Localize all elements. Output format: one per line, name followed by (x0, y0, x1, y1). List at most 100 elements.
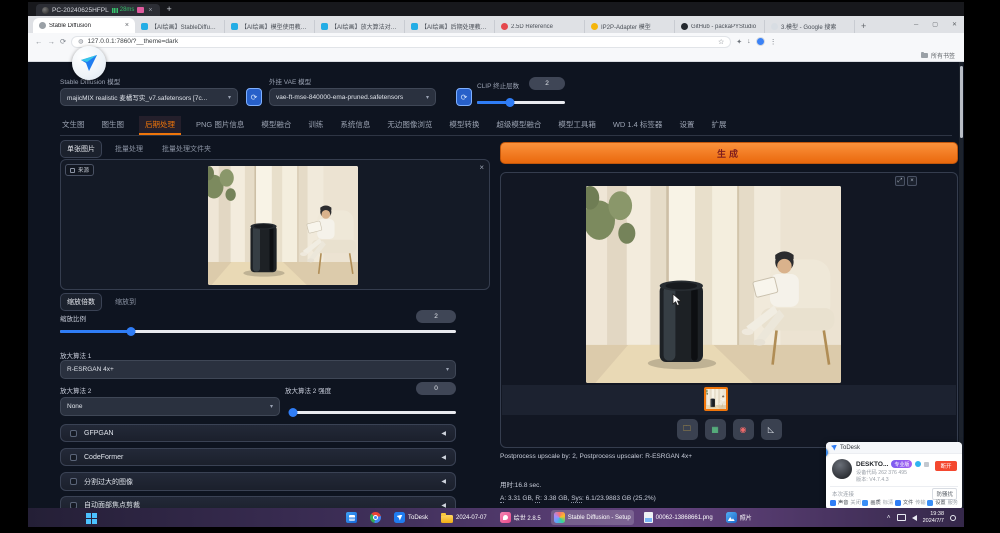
browser-tab[interactable]: 2.5D Reference (495, 20, 585, 33)
save-image-button[interactable]: ▦ (705, 419, 726, 440)
send-to-extras-button[interactable]: ◺ (761, 419, 782, 440)
phone-icon[interactable] (915, 461, 921, 467)
browser-tab[interactable]: 【AI绘画】模型使用教程 - 哔哩哔哩 (225, 20, 315, 33)
expand-icon[interactable]: ⤢ (895, 176, 905, 186)
notification-icon[interactable] (950, 515, 956, 521)
generate-button[interactable]: 生成 (500, 142, 958, 164)
tab-settings[interactable]: 设置 (677, 116, 696, 135)
tab-extras[interactable]: 后期处理 (139, 116, 181, 135)
taskbar-photos[interactable]: 照片 (723, 510, 755, 525)
tray-chevron-icon[interactable]: ˄ (887, 514, 891, 521)
tab-infinite-image-browser[interactable]: 无边图像浏览 (385, 116, 434, 135)
source-image-panel[interactable]: 来源 × (60, 159, 490, 290)
send-to-img2img-button[interactable]: ◉ (733, 419, 754, 440)
screens-icon[interactable] (137, 7, 144, 13)
extension-icon[interactable]: ✦ (736, 38, 742, 46)
upscaler2-strength-value[interactable]: 0 (416, 382, 456, 395)
taskbar-chrome[interactable] (367, 510, 384, 525)
sound-action[interactable]: 声音关闭 (830, 499, 861, 506)
accordion-gfpgan[interactable]: GFPGAN ◀ (60, 424, 456, 442)
resize-slider[interactable] (60, 330, 456, 333)
codeformer-checkbox[interactable] (70, 454, 77, 461)
tab-close-icon[interactable]: × (125, 22, 129, 29)
settings-action[interactable]: 设置服务 (927, 499, 958, 506)
all-bookmarks-label[interactable]: 所有书签 (931, 51, 955, 60)
vae-dropdown[interactable]: vae-ft-mse-840000-ema-pruned.safetensors… (269, 88, 436, 106)
minimize-button[interactable]: ─ (907, 16, 925, 33)
taskbar-widgets[interactable] (343, 510, 360, 525)
subtab-scale-to[interactable]: 缩放到 (109, 294, 142, 310)
new-tab-button[interactable]: + (861, 21, 866, 31)
tab-img2img[interactable]: 图生图 (100, 116, 127, 135)
upscaler2-strength-slider[interactable] (290, 411, 456, 414)
mic-icon[interactable] (924, 462, 929, 467)
tab-model-toolkit[interactable]: 模型工具箱 (556, 116, 598, 135)
clip-skip-slider[interactable] (477, 101, 565, 104)
bookmark-star-icon[interactable]: ☆ (718, 38, 724, 46)
close-button[interactable]: ✕ (945, 16, 964, 33)
clear-image-icon[interactable]: × (479, 163, 484, 172)
close-icon[interactable]: × (907, 176, 917, 186)
taskbar-sd-window[interactable]: Stable Diffusion - Setup (551, 510, 634, 525)
tab-super-merger[interactable]: 超级模型融合 (494, 116, 543, 135)
file-transfer-action[interactable]: 文件传输 (895, 499, 926, 506)
accordion-split-oversized[interactable]: 分割过大的图像 ◀ (60, 472, 456, 491)
taskbar-png-file[interactable]: 00062-13868661.png (641, 510, 716, 525)
tab-png-info[interactable]: PNG 图片信息 (194, 116, 246, 135)
session-close-icon[interactable]: × (147, 7, 153, 14)
gfpgan-checkbox[interactable] (70, 430, 77, 437)
accordion-auto-face-crop[interactable]: 自动面部焦点剪裁 ◀ (60, 496, 456, 508)
disconnect-button[interactable]: 断开 (935, 461, 957, 471)
taskbar-todesk[interactable]: ToDesk (391, 510, 431, 525)
vae-refresh-button[interactable]: ⟳ (456, 88, 472, 106)
resize-value[interactable]: 2 (416, 310, 456, 323)
quality-action[interactable]: 画质标清 (862, 499, 893, 506)
reload-icon[interactable]: ⟳ (60, 37, 66, 46)
scrollbar-thumb[interactable] (960, 66, 963, 138)
page-scrollbar[interactable] (959, 62, 963, 508)
maximize-button[interactable]: ▢ (925, 16, 945, 33)
open-folder-button[interactable]: 🗀 (677, 419, 698, 440)
subtab-batch-folder[interactable]: 批量处理文件夹 (156, 141, 217, 157)
download-icon[interactable]: ↓ (747, 38, 751, 45)
taskbar-huishi[interactable]: 绘世 2.8.5 (497, 510, 544, 525)
tab-txt2img[interactable]: 文生图 (60, 116, 87, 135)
start-button[interactable] (86, 513, 91, 518)
taskbar-folder[interactable]: 2024-07-07 (438, 511, 490, 525)
upscaler1-dropdown[interactable]: R-ESRGAN 4x+▾ (60, 360, 456, 379)
tab-system-info[interactable]: 系统信息 (338, 116, 372, 135)
new-session-button[interactable]: + (167, 4, 172, 14)
menu-kebab-icon[interactable]: ⋮ (770, 38, 777, 46)
tab-train[interactable]: 训练 (306, 116, 325, 135)
site-info-icon[interactable]: ◍ (78, 38, 83, 45)
browser-tab[interactable]: 3.模型 - Google 搜索 (765, 20, 855, 33)
split-checkbox[interactable] (70, 478, 77, 485)
browser-tab-active[interactable]: Stable Diffusion × (33, 18, 135, 33)
model-refresh-button[interactable]: ⟳ (246, 88, 262, 106)
browser-tab[interactable]: IP2P-Adapter 模型 (585, 20, 675, 33)
gallery-thumbnail-selected[interactable] (704, 387, 728, 411)
todesk-popup-titlebar[interactable]: ToDesk (826, 442, 962, 454)
forward-icon[interactable]: → (48, 37, 56, 46)
display-tray-icon[interactable] (897, 514, 906, 521)
remote-session-tab[interactable]: PC-20240625HFPL 28ms × (36, 4, 160, 16)
subtab-batch-process[interactable]: 批量处理 (109, 141, 149, 157)
tab-extensions[interactable]: 扩展 (709, 116, 728, 135)
output-image[interactable] (586, 186, 841, 383)
browser-tab[interactable]: 【AI绘画】放大算法对比 - 哔哩哔哩 (315, 20, 405, 33)
accordion-codeformer[interactable]: CodeFormer ◀ (60, 448, 456, 466)
volume-tray-icon[interactable] (912, 515, 917, 521)
slider-knob[interactable] (289, 408, 298, 417)
browser-tab[interactable]: 【AI绘画】StableDiffusion教程 - 哔哩哔哩 (135, 20, 225, 33)
subtab-scale-by[interactable]: 缩放倍数 (60, 293, 102, 311)
slider-knob[interactable] (506, 98, 515, 107)
browser-tab[interactable]: GitHub - packaPYStudio (675, 20, 765, 33)
profile-avatar[interactable] (756, 37, 765, 46)
tab-wd14-tagger[interactable]: WD 1.4 标签器 (611, 116, 665, 135)
tab-model-converter[interactable]: 模型转换 (447, 116, 481, 135)
slider-knob[interactable] (127, 327, 136, 336)
back-icon[interactable]: ← (35, 37, 43, 46)
address-bar[interactable]: ◍ 127.0.0.1:7860/?__theme=dark ☆ (71, 36, 731, 48)
tab-checkpoint-merger[interactable]: 模型融合 (259, 116, 293, 135)
model-dropdown[interactable]: majicMIX realistic 麦橘写实_v7.safetensors [… (60, 88, 238, 106)
